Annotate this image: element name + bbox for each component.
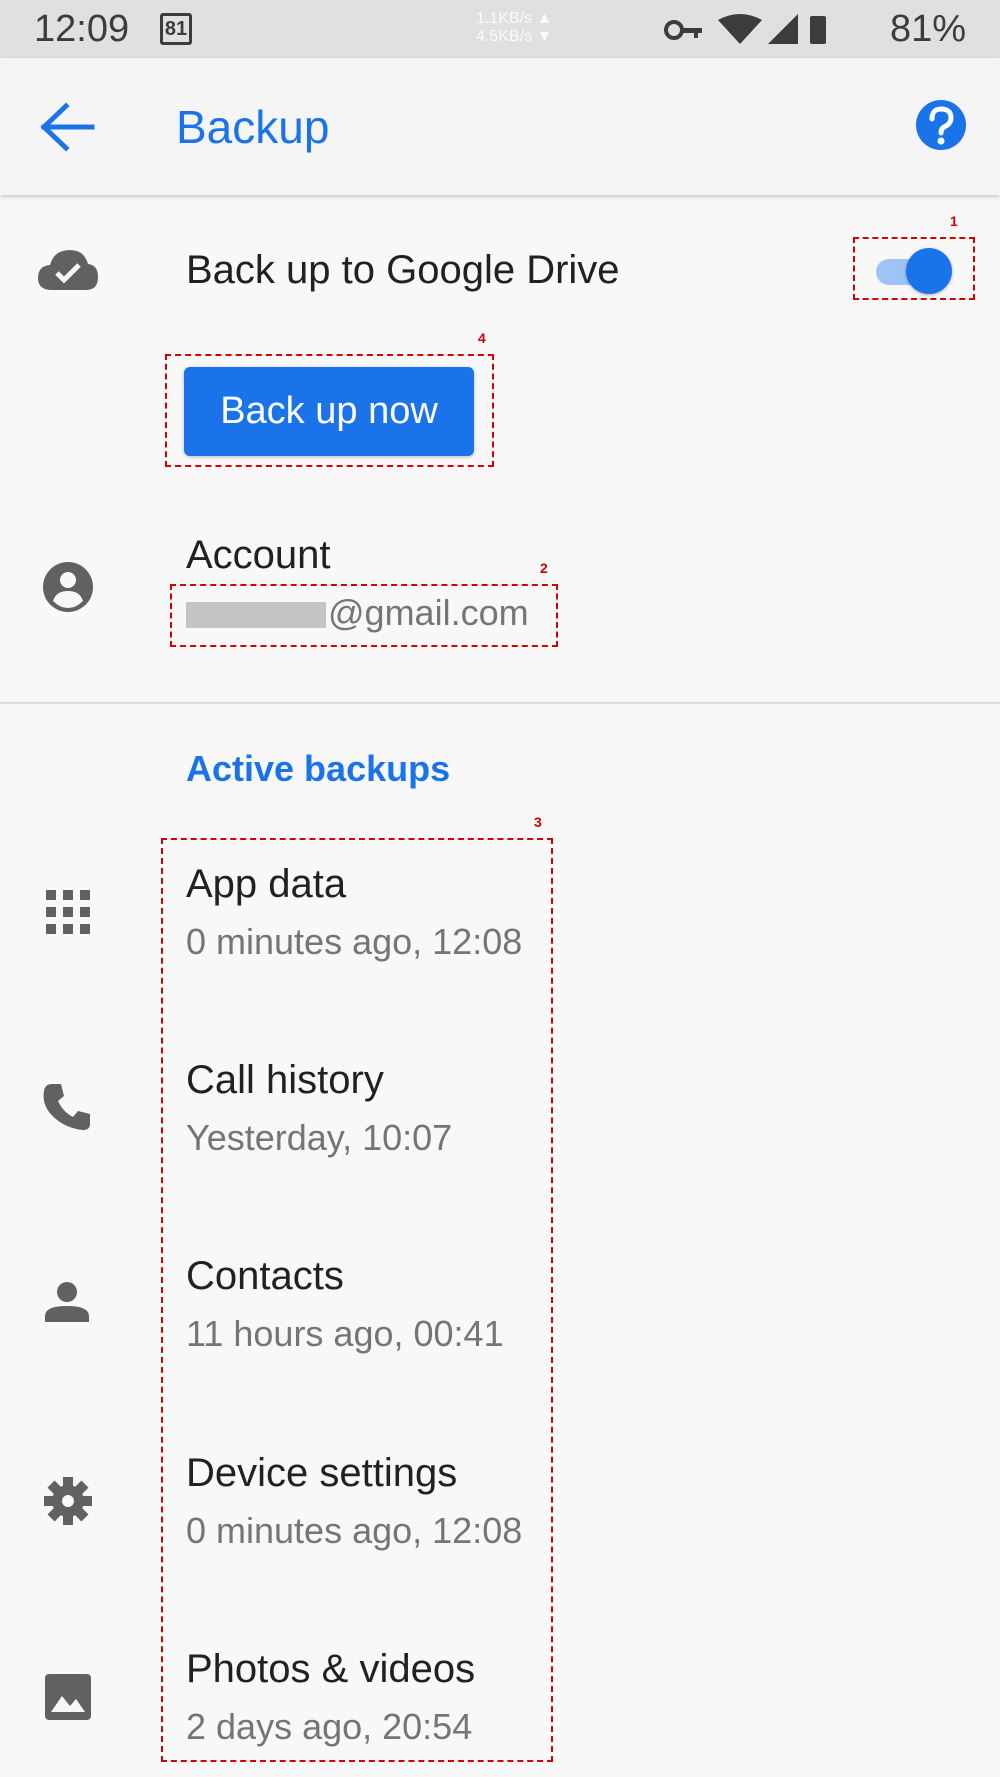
annotation-box-email: [170, 584, 558, 647]
active-backups-header: Active backups: [186, 748, 451, 789]
gear-icon: [43, 1476, 103, 1536]
calendar-notification-icon: 81: [160, 13, 192, 45]
status-bar: 12:09 81 1.1KB/s ▲ 4.5KB/s ▼ 81%: [0, 0, 1000, 58]
arrow-back-icon: [40, 102, 95, 152]
help-icon: [916, 100, 966, 150]
annotation-box-toggle: [853, 237, 975, 300]
cloud-done-icon: [38, 246, 98, 306]
download-speed: 4.5KB/s ▼: [476, 28, 553, 45]
image-icon: [45, 1674, 105, 1734]
back-button[interactable]: [40, 102, 96, 152]
person-icon: [45, 1282, 105, 1342]
annotation-label: 2: [540, 560, 548, 576]
battery-percent: 81%: [889, 8, 966, 50]
network-speed: 1.1KB/s ▲ 4.5KB/s ▼: [476, 10, 552, 46]
annotation-label: 3: [534, 814, 542, 830]
annotation-box-backup-button: [165, 354, 494, 467]
help-button[interactable]: [914, 98, 968, 152]
page-title: Backup: [176, 101, 330, 153]
app-bar: Backup: [0, 58, 1000, 195]
divider: [0, 702, 1000, 704]
annotation-box-active-backups: [161, 838, 553, 1762]
annotation-label: 4: [478, 330, 486, 346]
status-icons: [660, 12, 830, 51]
status-time: 12:09: [34, 8, 130, 50]
apps-grid-icon: [46, 890, 106, 950]
vpn-key-icon: [664, 20, 702, 40]
battery-icon: [810, 16, 826, 44]
backup-drive-label: Back up to Google Drive: [186, 248, 620, 292]
annotation-label: 1: [950, 213, 958, 229]
phone-icon: [42, 1082, 102, 1142]
cell-signal-icon: [768, 14, 798, 44]
upload-speed: 1.1KB/s ▲: [476, 10, 553, 27]
wifi-icon: [718, 14, 762, 44]
account-label: Account: [186, 533, 331, 577]
account-circle-icon: [42, 561, 102, 621]
